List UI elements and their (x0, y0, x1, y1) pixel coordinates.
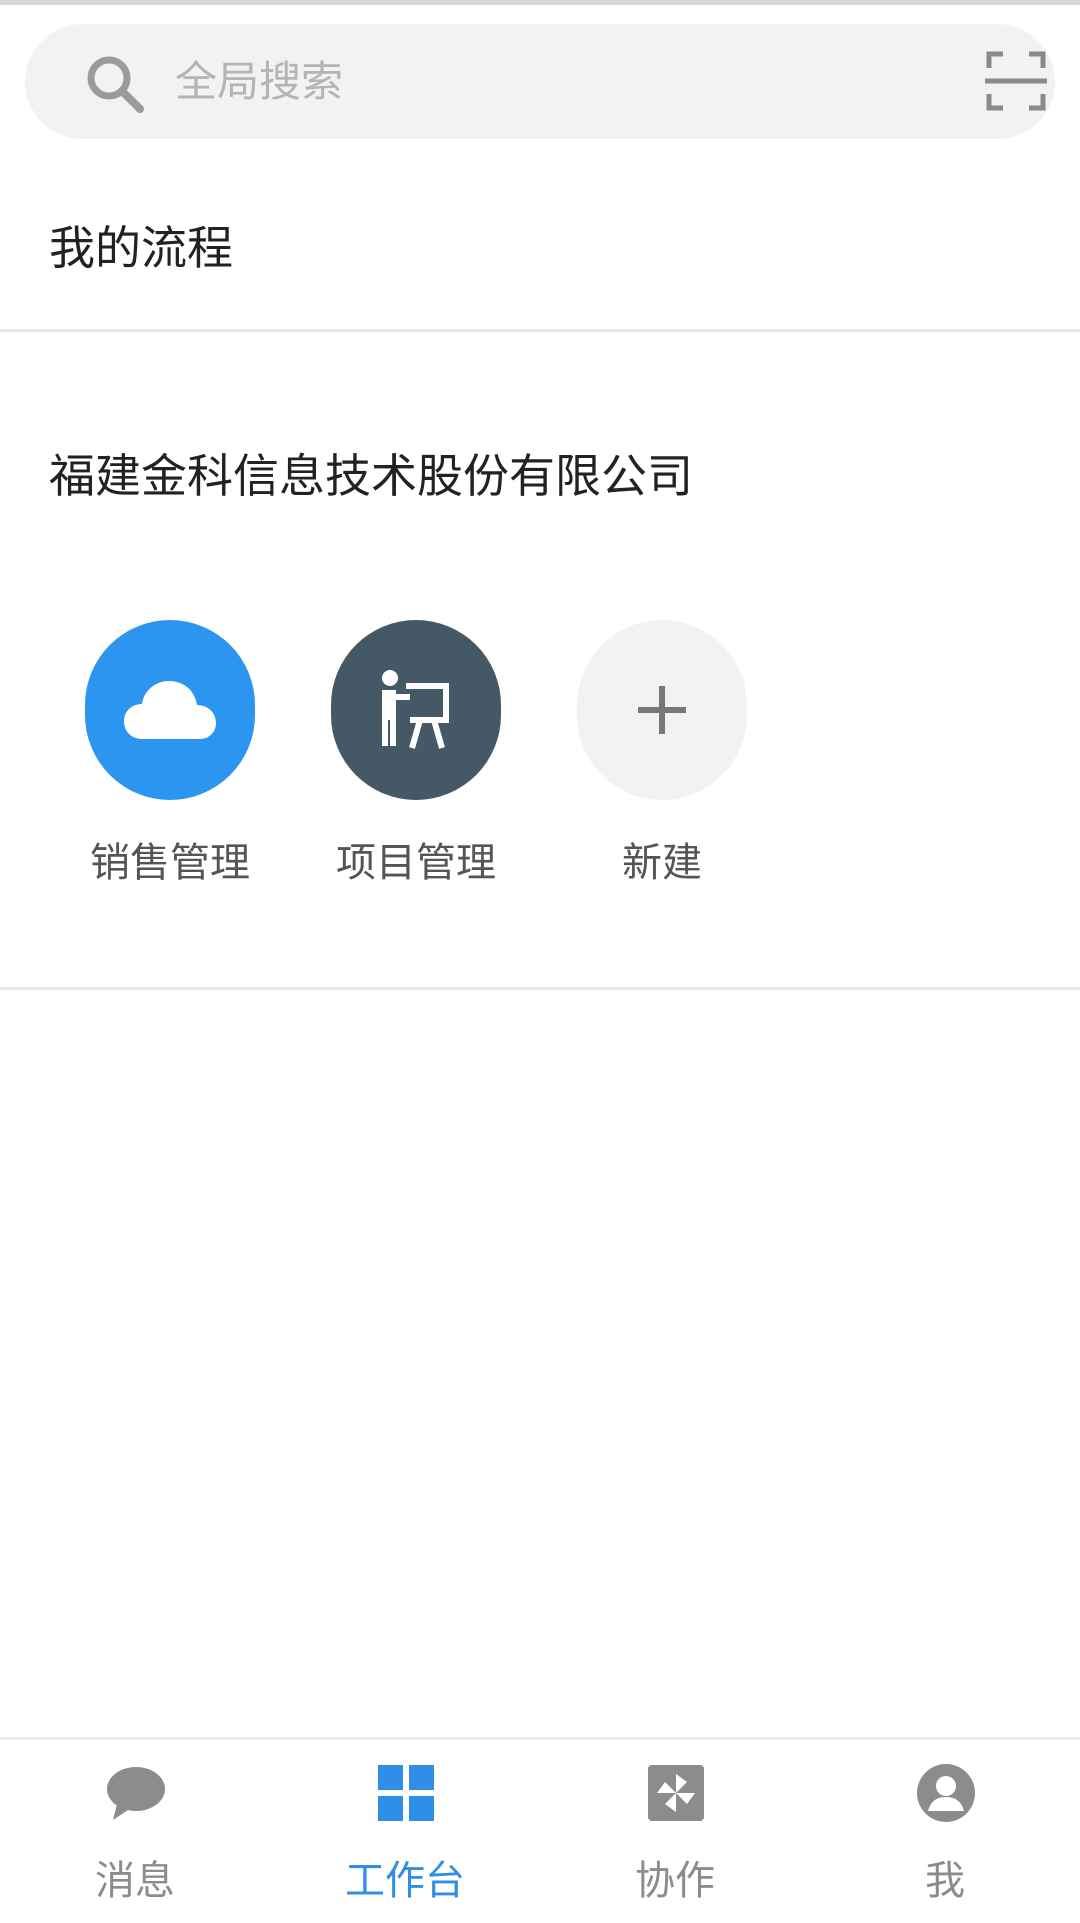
nav-item-collaboration[interactable]: 协作 (540, 1740, 810, 1923)
nav-item-workbench[interactable]: 工作台 (270, 1740, 540, 1923)
app-icon-circle (331, 620, 501, 800)
search-bar[interactable]: 全局搜索 (25, 24, 1055, 139)
top-border (0, 0, 1080, 5)
plus-icon (638, 686, 686, 734)
divider (0, 987, 1080, 990)
nav-label: 协作 (635, 1858, 715, 1904)
search-icon (87, 56, 144, 113)
bottom-navigation: 消息 工作台 协作 我 (0, 1737, 1080, 1923)
nav-label: 消息 (95, 1858, 175, 1904)
app-create-new[interactable]: 新建 (562, 620, 762, 888)
app-sales-management[interactable]: 销售管理 (70, 620, 270, 888)
grid-icon (378, 1765, 434, 1821)
nav-label: 我 (925, 1858, 965, 1904)
pinwheel-icon (648, 1765, 704, 1821)
chat-bubble-icon (107, 1767, 165, 1820)
app-label: 新建 (622, 840, 702, 886)
nav-label: 工作台 (345, 1858, 465, 1904)
app-label: 销售管理 (90, 840, 250, 886)
app-icon-circle (577, 620, 747, 800)
scan-icon[interactable] (985, 50, 1047, 112)
cloud-icon (124, 681, 216, 739)
company-name: 福建金科信息技术股份有限公司 (49, 449, 693, 503)
presentation-icon (382, 670, 449, 749)
nav-item-me[interactable]: 我 (810, 1740, 1080, 1923)
app-project-management[interactable]: 项目管理 (316, 620, 516, 888)
nav-item-messages[interactable]: 消息 (0, 1740, 270, 1923)
user-icon (917, 1764, 975, 1822)
app-icon-circle (85, 620, 255, 800)
search-input[interactable]: 全局搜索 (175, 24, 343, 139)
app-label: 项目管理 (336, 840, 496, 886)
my-flow-title: 我的流程 (49, 221, 233, 275)
divider (0, 329, 1080, 332)
